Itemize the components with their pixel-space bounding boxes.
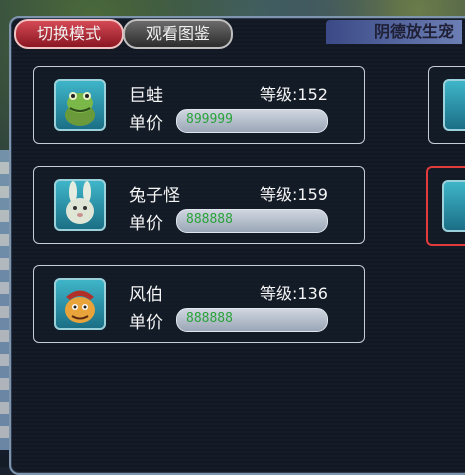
price-value: 899999 [186,112,233,127]
wind-uncle-icon [54,278,106,330]
price-label: 单价 [129,313,163,333]
pet-card-partial-selected[interactable] [426,166,465,246]
pet-level: 等级:152 [260,85,328,104]
price-value: 888888 [186,311,233,326]
price-label: 单价 [129,114,163,134]
pet-portrait-icon [442,180,465,232]
price-value: 888888 [186,212,233,227]
pet-name: 巨蛙 [129,86,163,106]
pet-level: 等级:159 [260,185,328,204]
pet-card[interactable]: 巨蛙 等级:152 单价 899999 [33,66,365,144]
pet-level: 等级:136 [260,284,328,303]
rabbit-monster-icon [54,179,106,231]
giant-frog-icon [54,79,106,131]
pet-card[interactable]: 兔子怪 等级:159 单价 888888 [33,166,365,244]
switch-mode-tab[interactable]: 切换模式 [14,19,124,49]
price-label: 单价 [129,214,163,234]
pet-card[interactable]: 风伯 等级:136 单价 888888 [33,265,365,343]
price-field[interactable]: 888888 [176,209,328,233]
pet-portrait-icon [443,79,465,131]
view-catalog-tab[interactable]: 观看图鉴 [123,19,233,49]
background-chat-strip [0,150,9,450]
tab-bar: 切换模式 观看图鉴 [14,19,465,49]
pet-name: 兔子怪 [129,186,180,206]
price-field[interactable]: 888888 [176,308,328,332]
pet-name: 风伯 [129,285,163,305]
pet-card-partial[interactable] [428,66,465,144]
price-field[interactable]: 899999 [176,109,328,133]
